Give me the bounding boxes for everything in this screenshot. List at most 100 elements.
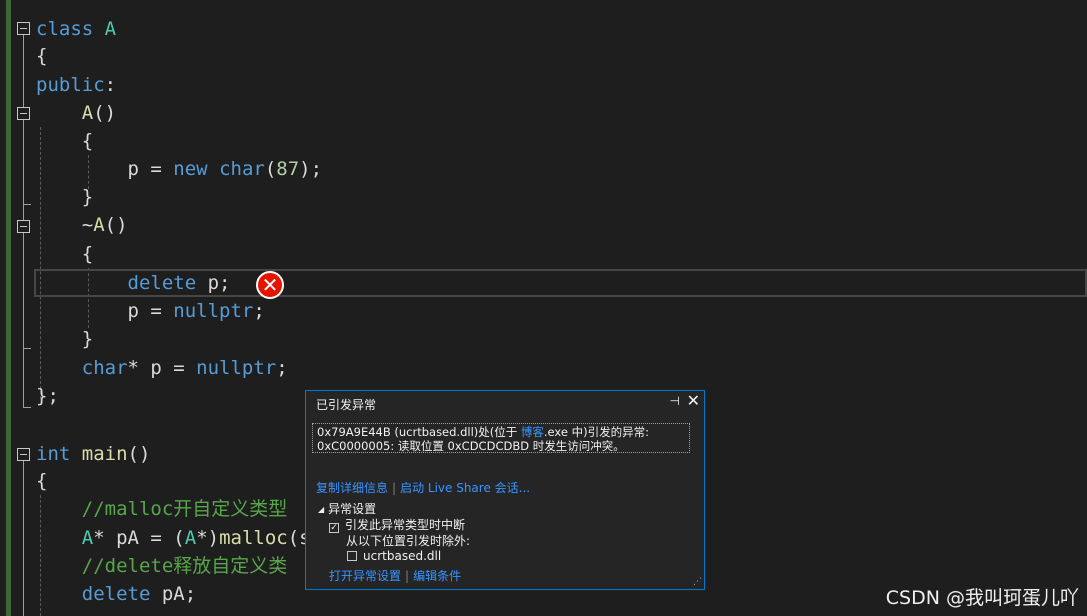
- code-line[interactable]: p = new char(87);: [36, 155, 323, 183]
- code-token: nullptr: [196, 357, 277, 379]
- code-line[interactable]: //delete释放自定义类: [36, 552, 288, 580]
- code-token: (): [93, 102, 117, 124]
- code-line[interactable]: delete pA;: [36, 580, 196, 608]
- code-token: 87: [276, 158, 300, 180]
- code-line[interactable]: char* p = nullptr;: [36, 354, 288, 382]
- fold-region-end: [23, 348, 31, 349]
- code-token: char: [219, 158, 265, 180]
- code-token: * p =: [127, 357, 197, 379]
- code-token: ~: [36, 214, 94, 236]
- code-line[interactable]: {: [36, 42, 47, 70]
- open-exception-settings-link[interactable]: 打开异常设置: [329, 569, 401, 583]
- fold-region-line: [23, 461, 24, 616]
- code-token: p;: [196, 272, 231, 294]
- code-token: :: [104, 74, 117, 96]
- code-token: //delete释放自定义类: [81, 555, 288, 577]
- code-token: A: [93, 214, 105, 236]
- option-label: ucrtbased.dll: [363, 549, 442, 563]
- break-when-thrown-option[interactable]: ✓ 引发此异常类型时中断: [329, 516, 465, 533]
- ucrtbased-checkbox[interactable]: [347, 551, 357, 561]
- code-token: }: [36, 328, 94, 350]
- code-token: };: [36, 385, 59, 407]
- code-token: {: [36, 45, 48, 67]
- message-text: 0x79A9E44B (ucrtbased.dll)处(位于: [317, 425, 521, 439]
- message-highlight: 博客: [520, 425, 544, 439]
- code-line[interactable]: delete p;: [36, 269, 231, 297]
- code-token: A: [184, 527, 197, 549]
- message-text: 0xC0000005: 读取位置 0xCDCDCDBD 时发生访问冲突。: [317, 439, 625, 453]
- collapse-destructor-icon[interactable]: [17, 220, 30, 233]
- close-icon[interactable]: ✕: [687, 391, 700, 410]
- code-token: {: [36, 130, 94, 152]
- code-token: pA;: [150, 583, 197, 605]
- message-text: .exe 中)引发的异常:: [543, 425, 649, 439]
- code-line[interactable]: }: [36, 183, 93, 211]
- code-token: int: [36, 443, 71, 465]
- code-line[interactable]: class A: [36, 15, 116, 43]
- code-line[interactable]: }: [36, 325, 93, 353]
- collapse-triangle-icon: ◢: [318, 505, 325, 514]
- fold-region-end: [23, 204, 31, 205]
- code-line[interactable]: };: [36, 382, 59, 410]
- code-line[interactable]: {: [36, 127, 93, 155]
- code-line[interactable]: {: [36, 240, 93, 268]
- except-when-label: 从以下位置引发时除外:: [346, 534, 471, 548]
- code-token: A: [81, 527, 94, 549]
- code-token: (: [264, 158, 277, 180]
- code-token: }: [36, 186, 94, 208]
- code-line[interactable]: int main(): [36, 440, 150, 468]
- collapse-class-icon[interactable]: [17, 22, 30, 35]
- code-token: (): [104, 214, 128, 236]
- live-share-link[interactable]: 启动 Live Share 会话...: [400, 481, 530, 495]
- popup-title: 已引发异常: [316, 398, 377, 412]
- resize-grip-icon[interactable]: ⋰: [693, 577, 702, 587]
- edit-conditions-link[interactable]: 编辑条件: [413, 569, 461, 583]
- code-line[interactable]: public:: [36, 71, 116, 99]
- code-token: A: [104, 18, 117, 40]
- code-token: ;: [253, 300, 265, 322]
- collapse-constructor-icon[interactable]: [17, 107, 30, 120]
- exception-popup: 已引发异常 ⊣ ✕ 0x79A9E44B (ucrtbased.dll)处(位于…: [305, 390, 705, 590]
- code-token: delete: [81, 583, 151, 605]
- code-token: new: [173, 158, 208, 180]
- code-token: main: [81, 443, 128, 465]
- fold-region-end: [23, 407, 31, 408]
- code-token: nullptr: [173, 300, 254, 322]
- code-token: );: [299, 158, 323, 180]
- popup-bottom-links: 打开异常设置 | 编辑条件: [329, 569, 462, 583]
- code-token: char: [81, 357, 128, 379]
- code-line[interactable]: A* pA = (A*)malloc(s: [36, 524, 311, 552]
- code-token: malloc: [219, 527, 288, 549]
- code-token: public: [36, 74, 105, 96]
- code-line[interactable]: A(): [36, 99, 116, 127]
- collapse-main-icon[interactable]: [17, 448, 30, 461]
- code-line[interactable]: //malloc开自定义类型: [36, 495, 288, 523]
- change-tracking-bar: [6, 0, 11, 616]
- watermark: CSDN @我叫珂蛋儿吖: [885, 587, 1079, 609]
- section-label: 异常设置: [328, 502, 377, 516]
- code-token: {: [36, 470, 48, 492]
- code-token: A: [81, 102, 94, 124]
- popup-links: 复制详细信息 | 启动 Live Share 会话...: [316, 481, 531, 495]
- exception-settings-header[interactable]: ◢ 异常设置: [318, 500, 376, 517]
- code-line[interactable]: p = nullptr;: [36, 297, 265, 325]
- copy-details-link[interactable]: 复制详细信息: [316, 481, 388, 495]
- code-token: (): [127, 443, 151, 465]
- ucrtbased-option[interactable]: ucrtbased.dll: [347, 549, 441, 563]
- code-line[interactable]: {: [36, 467, 47, 495]
- code-token: {: [36, 243, 94, 265]
- exception-message: 0x79A9E44B (ucrtbased.dll)处(位于 博客.exe 中)…: [312, 423, 690, 453]
- break-checkbox[interactable]: ✓: [329, 523, 339, 533]
- pin-icon[interactable]: ⊣: [670, 394, 680, 408]
- code-line[interactable]: ~A(): [36, 211, 128, 239]
- error-icon: ✕: [256, 271, 284, 299]
